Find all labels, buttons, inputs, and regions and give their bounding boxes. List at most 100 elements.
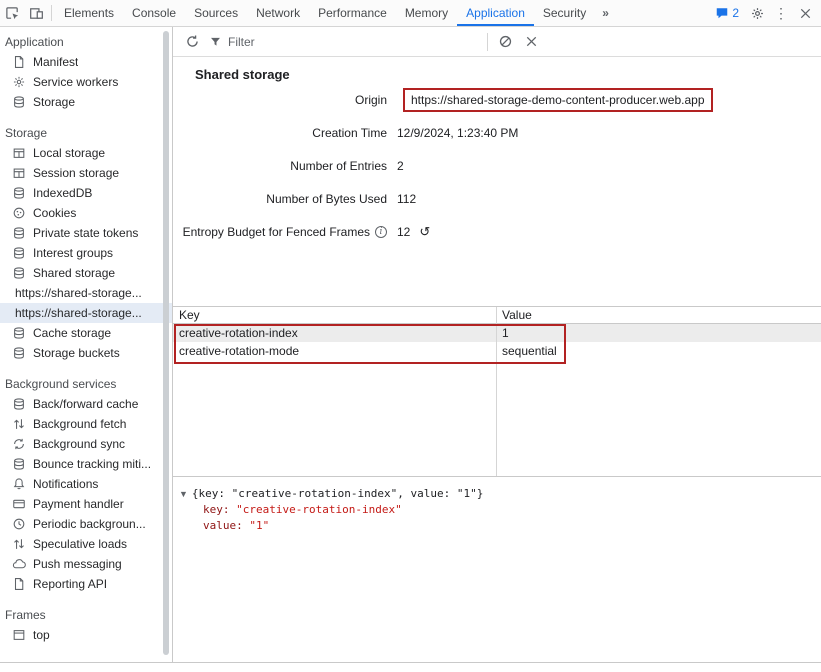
grid-column-divider[interactable] — [496, 307, 497, 476]
sidebar-item-indexeddb[interactable]: IndexedDB — [0, 183, 172, 203]
section-header-background-services: Background services — [0, 374, 172, 394]
frame-icon — [12, 628, 26, 642]
field-label: Origin — [173, 93, 387, 107]
entries-count-value: 2 — [397, 159, 404, 173]
field-label: Entropy Budget for Fenced Frames — [183, 225, 370, 239]
sidebar-item-manifest[interactable]: Manifest — [0, 52, 172, 72]
filter-input[interactable] — [228, 35, 483, 49]
bell-icon — [12, 477, 26, 491]
field-label: Number of Bytes Used — [173, 192, 387, 206]
field-label: Number of Entries — [173, 159, 387, 173]
column-header-value[interactable]: Value — [496, 307, 821, 323]
tab-performance[interactable]: Performance — [309, 0, 396, 26]
delete-selected-icon[interactable] — [518, 29, 544, 55]
sidebar-item-speculative-loads[interactable]: Speculative loads — [0, 534, 172, 554]
tabbar-right-icons: 2 ⋮ — [709, 0, 821, 26]
devtools-tabbar: Elements Console Sources Network Perform… — [0, 0, 821, 27]
refresh-icon[interactable] — [179, 29, 205, 55]
section-header-application: Application — [0, 32, 172, 52]
section-header-storage: Storage — [0, 123, 172, 143]
sidebar-item-bounce-tracking[interactable]: Bounce tracking miti... — [0, 454, 172, 474]
sidebar-item-back-forward-cache[interactable]: Back/forward cache — [0, 394, 172, 414]
sidebar-item-reporting-api[interactable]: Reporting API — [0, 574, 172, 594]
reset-budget-icon[interactable]: ↺ — [419, 225, 430, 238]
sidebar-item-cookies[interactable]: Cookies — [0, 203, 172, 223]
sidebar-section-storage: Storage Local storage Session storage In… — [0, 123, 172, 363]
tab-console[interactable]: Console — [123, 0, 185, 26]
inspect-icon[interactable] — [0, 0, 24, 26]
database-icon — [12, 457, 26, 471]
document-icon — [12, 577, 26, 591]
field-creation-time: Creation Time 12/9/2024, 1:23:40 PM — [173, 116, 821, 149]
sidebar-item-service-workers[interactable]: Service workers — [0, 72, 172, 92]
field-label: Creation Time — [173, 126, 387, 140]
sidebar-item-private-state-tokens[interactable]: Private state tokens — [0, 223, 172, 243]
issues-counter-button[interactable]: 2 — [709, 6, 745, 20]
sidebar-item-notifications[interactable]: Notifications — [0, 474, 172, 494]
filter-box[interactable] — [205, 35, 483, 49]
sidebar-item-top-frame[interactable]: top — [0, 625, 172, 645]
close-devtools-icon[interactable] — [793, 0, 817, 26]
application-sidebar: Application Manifest Service workers Sto… — [0, 27, 173, 662]
field-bytes-used: Number of Bytes Used 112 — [173, 182, 821, 215]
bytes-used-value: 112 — [397, 192, 416, 206]
grid-row-creative-rotation-mode[interactable]: creative-rotation-mode sequential — [173, 342, 821, 360]
kebab-menu-icon[interactable]: ⋮ — [769, 0, 793, 26]
sidebar-item-push-messaging[interactable]: Push messaging — [0, 554, 172, 574]
up-down-arrows-icon — [12, 417, 26, 431]
tabbar-divider — [51, 5, 52, 21]
sidebar-item-interest-groups[interactable]: Interest groups — [0, 243, 172, 263]
sidebar-item-shared-storage-origin-1[interactable]: https://shared-storage... — [0, 283, 172, 303]
sidebar-item-shared-storage-origin-2[interactable]: https://shared-storage... — [0, 303, 172, 323]
database-icon — [12, 326, 26, 340]
sidebar-item-session-storage[interactable]: Session storage — [0, 163, 172, 183]
preview-entry-value: value: "1" — [179, 518, 821, 534]
tab-application[interactable]: Application — [457, 0, 534, 26]
sidebar-item-storage-buckets[interactable]: Storage buckets — [0, 343, 172, 363]
sidebar-item-payment-handler[interactable]: Payment handler — [0, 494, 172, 514]
tab-network[interactable]: Network — [247, 0, 309, 26]
settings-gear-icon[interactable] — [745, 0, 769, 26]
tabbar-left-icons — [0, 0, 55, 26]
cell-key: creative-rotation-mode — [173, 342, 496, 360]
device-toolbar-icon[interactable] — [24, 0, 48, 26]
entropy-budget-value: 12 — [397, 225, 410, 239]
delete-all-icon[interactable] — [492, 29, 518, 55]
sidebar-item-periodic-background-sync[interactable]: Periodic backgroun... — [0, 514, 172, 534]
clock-icon — [12, 517, 26, 531]
entry-preview-pane: ▼ {key: "creative-rotation-index", value:… — [173, 478, 821, 662]
tab-sources[interactable]: Sources — [185, 0, 247, 26]
expand-triangle-icon[interactable]: ▼ — [179, 489, 188, 499]
sidebar-item-shared-storage[interactable]: Shared storage — [0, 263, 172, 283]
tab-security[interactable]: Security — [534, 0, 595, 26]
storage-items-grid: Key Value creative-rotation-index 1 crea… — [173, 306, 821, 477]
preview-summary-line: ▼ {key: "creative-rotation-index", value:… — [179, 486, 821, 502]
more-tabs-button[interactable]: » — [595, 0, 616, 26]
cookie-icon — [12, 206, 26, 220]
field-entropy-budget: Entropy Budget for Fenced Frames i 12 ↺ — [173, 215, 821, 248]
cloud-icon — [12, 557, 26, 571]
database-icon — [12, 226, 26, 240]
tab-memory[interactable]: Memory — [396, 0, 457, 26]
document-icon — [12, 55, 26, 69]
info-icon[interactable]: i — [375, 226, 387, 238]
preview-entry-key: key: "creative-rotation-index" — [179, 502, 821, 518]
preview-summary: {key: "creative-rotation-index", value: … — [192, 487, 483, 500]
page-title: Shared storage — [195, 67, 821, 82]
metadata-report: Origin https://shared-storage-demo-conte… — [173, 83, 821, 248]
sidebar-item-background-fetch[interactable]: Background fetch — [0, 414, 172, 434]
issues-icon — [715, 6, 729, 20]
issues-count: 2 — [732, 6, 739, 20]
sidebar-scrollbar[interactable] — [163, 31, 169, 655]
sidebar-item-local-storage[interactable]: Local storage — [0, 143, 172, 163]
filter-funnel-icon — [209, 35, 222, 48]
column-header-key[interactable]: Key — [173, 307, 496, 323]
panel-toolbar — [173, 27, 821, 57]
tab-elements[interactable]: Elements — [55, 0, 123, 26]
sidebar-item-cache-storage[interactable]: Cache storage — [0, 323, 172, 343]
grid-row-creative-rotation-index[interactable]: creative-rotation-index 1 — [173, 324, 821, 342]
database-icon — [12, 266, 26, 280]
devtools-window: Elements Console Sources Network Perform… — [0, 0, 821, 663]
sidebar-item-background-sync[interactable]: Background sync — [0, 434, 172, 454]
sidebar-item-storage[interactable]: Storage — [0, 92, 172, 112]
